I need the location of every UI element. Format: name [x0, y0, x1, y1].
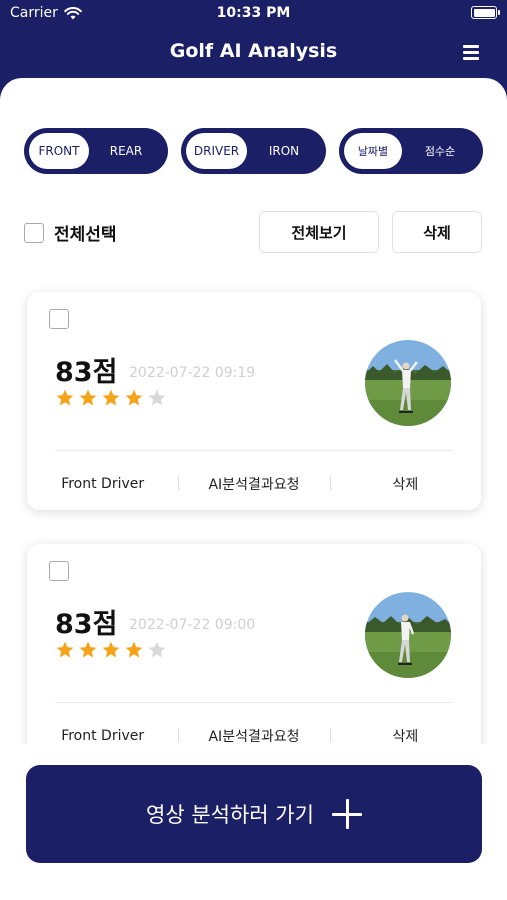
card-divider: [55, 450, 453, 451]
star-rating: [55, 640, 167, 660]
star-filled-icon: [102, 641, 120, 658]
filter-bar: FRONT REAR DRIVER IRON 날짜별 점수순: [24, 128, 483, 174]
analysis-card: 83점 2022-07-22 09:19 Front Driver AI분석결과…: [27, 292, 481, 510]
view-all-button[interactable]: 전체보기: [259, 211, 379, 253]
plus-icon: [331, 799, 362, 829]
club-toggle: DRIVER IRON: [181, 128, 326, 174]
selection-toolbar: 전체선택 전체보기 삭제: [24, 208, 483, 254]
battery-icon: [471, 6, 500, 19]
card-checkbox[interactable]: [49, 309, 69, 329]
delete-button[interactable]: 삭제: [329, 726, 481, 746]
star-filled-icon: [56, 641, 74, 658]
clock: 10:33 PM: [216, 5, 291, 21]
star-rating: [55, 388, 167, 408]
star-filled-icon: [79, 389, 97, 406]
date: 2022-07-22 09:00: [129, 617, 256, 633]
page-title: Golf AI Analysis: [169, 40, 338, 62]
date: 2022-07-22 09:19: [129, 365, 256, 381]
analysis-card: 83점 2022-07-22 09:00 Front Driver AI분석결과…: [27, 544, 481, 762]
star-empty-icon: [148, 389, 166, 406]
ai-analysis-request-button[interactable]: AI분석결과요청: [178, 474, 329, 494]
card-divider: [55, 702, 453, 703]
star-filled-icon: [125, 641, 143, 658]
select-all-checkbox[interactable]: [24, 222, 44, 243]
score: 83점: [55, 357, 118, 388]
status-bar: Carrier 10:33 PM: [0, 0, 507, 30]
swing-thumbnail[interactable]: [365, 340, 451, 426]
score: 83점: [55, 609, 118, 640]
select-all[interactable]: 전체선택: [24, 220, 117, 245]
club-option-driver[interactable]: DRIVER: [186, 133, 247, 169]
card-actions: Front Driver AI분석결과요청 삭제: [27, 464, 481, 504]
delete-button[interactable]: 삭제: [329, 474, 481, 494]
sort-toggle: 날짜별 점수순: [339, 128, 483, 174]
sort-option-date[interactable]: 날짜별: [344, 133, 402, 169]
go-analyze-video-button[interactable]: 영상 분석하러 가기: [26, 765, 482, 863]
swing-thumbnail[interactable]: [365, 592, 451, 678]
star-filled-icon: [125, 389, 143, 406]
select-all-label: 전체선택: [54, 225, 117, 245]
sort-option-score[interactable]: 점수순: [402, 133, 478, 169]
cta-label: 영상 분석하러 가기: [146, 803, 314, 827]
view-option-front[interactable]: FRONT: [29, 133, 89, 169]
star-filled-icon: [102, 389, 120, 406]
star-filled-icon: [79, 641, 97, 658]
view-option-rear[interactable]: REAR: [89, 133, 163, 169]
nav-bar: Golf AI Analysis: [0, 30, 507, 78]
club-option-iron[interactable]: IRON: [247, 133, 321, 169]
ai-analysis-request-button[interactable]: AI분석결과요청: [178, 726, 329, 746]
star-filled-icon: [56, 389, 74, 406]
card-checkbox[interactable]: [49, 561, 69, 581]
hamburger-menu-icon[interactable]: [463, 45, 479, 60]
club-type-label[interactable]: Front Driver: [27, 728, 178, 744]
star-empty-icon: [148, 641, 166, 658]
club-type-label[interactable]: Front Driver: [27, 476, 178, 492]
view-toggle: FRONT REAR: [24, 128, 168, 174]
delete-selected-button[interactable]: 삭제: [392, 211, 482, 253]
